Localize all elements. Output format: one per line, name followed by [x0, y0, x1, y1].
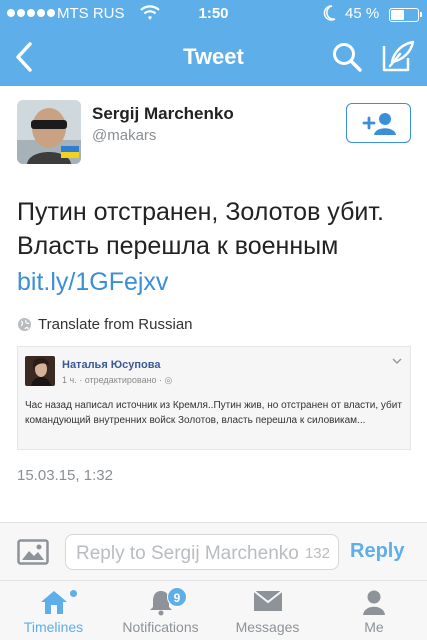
avatar[interactable] [17, 100, 81, 164]
tweet-text: Путин отстранен, Золотов убит. Власть пе… [17, 198, 384, 260]
embedded-post[interactable]: Наталья Юсупова 1 ч. · отредактировано ·… [17, 346, 411, 450]
character-count: 132 [302, 545, 330, 562]
globe-icon [18, 318, 31, 331]
tab-label: Notifications [122, 619, 199, 635]
translate-link[interactable]: Translate from Russian [17, 316, 193, 333]
status-bar: MTS RUS 1:50 45 % [0, 0, 427, 28]
tab-label: Me [364, 619, 384, 635]
tab-label: Timelines [23, 619, 84, 635]
author-name[interactable]: Sergij Marchenko [92, 104, 234, 124]
tab-label: Messages [235, 619, 300, 635]
reply-input[interactable]: Reply to Sergij Marchenko 132 [65, 534, 339, 570]
chevron-down-icon [392, 358, 402, 365]
notifications-badge: 9 [167, 587, 187, 607]
person-icon [363, 590, 385, 615]
embedded-post-meta: 1 ч. · отредактировано · ◎ [62, 375, 173, 385]
tab-bar: Timelines 9 Notifications Messages Me [0, 580, 427, 640]
follow-button[interactable] [346, 103, 411, 143]
tab-notifications[interactable]: 9 Notifications [107, 581, 214, 640]
moon-icon [323, 5, 336, 21]
embedded-post-author: Наталья Юсупова [62, 359, 161, 371]
photo-icon[interactable] [17, 539, 49, 565]
tab-me[interactable]: Me [321, 581, 427, 640]
new-content-dot [70, 590, 77, 597]
battery-percent: 45 % [345, 5, 380, 22]
embedded-post-avatar [25, 356, 55, 386]
add-user-icon [362, 113, 396, 135]
battery-icon [389, 8, 422, 22]
nav-bar: Tweet [0, 28, 427, 86]
embedded-post-text: Час назад написал источник из Кремля..Пу… [25, 400, 402, 426]
tweet-timestamp: 15.03.15, 1:32 [17, 467, 113, 484]
header: MTS RUS 1:50 45 % Tweet [0, 0, 427, 86]
tab-messages[interactable]: Messages [214, 581, 321, 640]
tweet-link[interactable]: bit.ly/1GFejxv [17, 265, 168, 299]
author-handle[interactable]: @makars [92, 127, 156, 144]
reply-bar: Reply to Sergij Marchenko 132 Reply [0, 522, 427, 580]
translate-label: Translate from Russian [38, 316, 193, 333]
reply-button[interactable]: Reply [350, 540, 404, 563]
search-icon[interactable] [330, 40, 364, 74]
reply-placeholder: Reply to Sergij Marchenko [76, 543, 299, 564]
envelope-icon [252, 590, 283, 611]
home-icon [40, 591, 67, 614]
tab-timelines[interactable]: Timelines [0, 581, 107, 640]
compose-icon[interactable] [380, 38, 416, 74]
